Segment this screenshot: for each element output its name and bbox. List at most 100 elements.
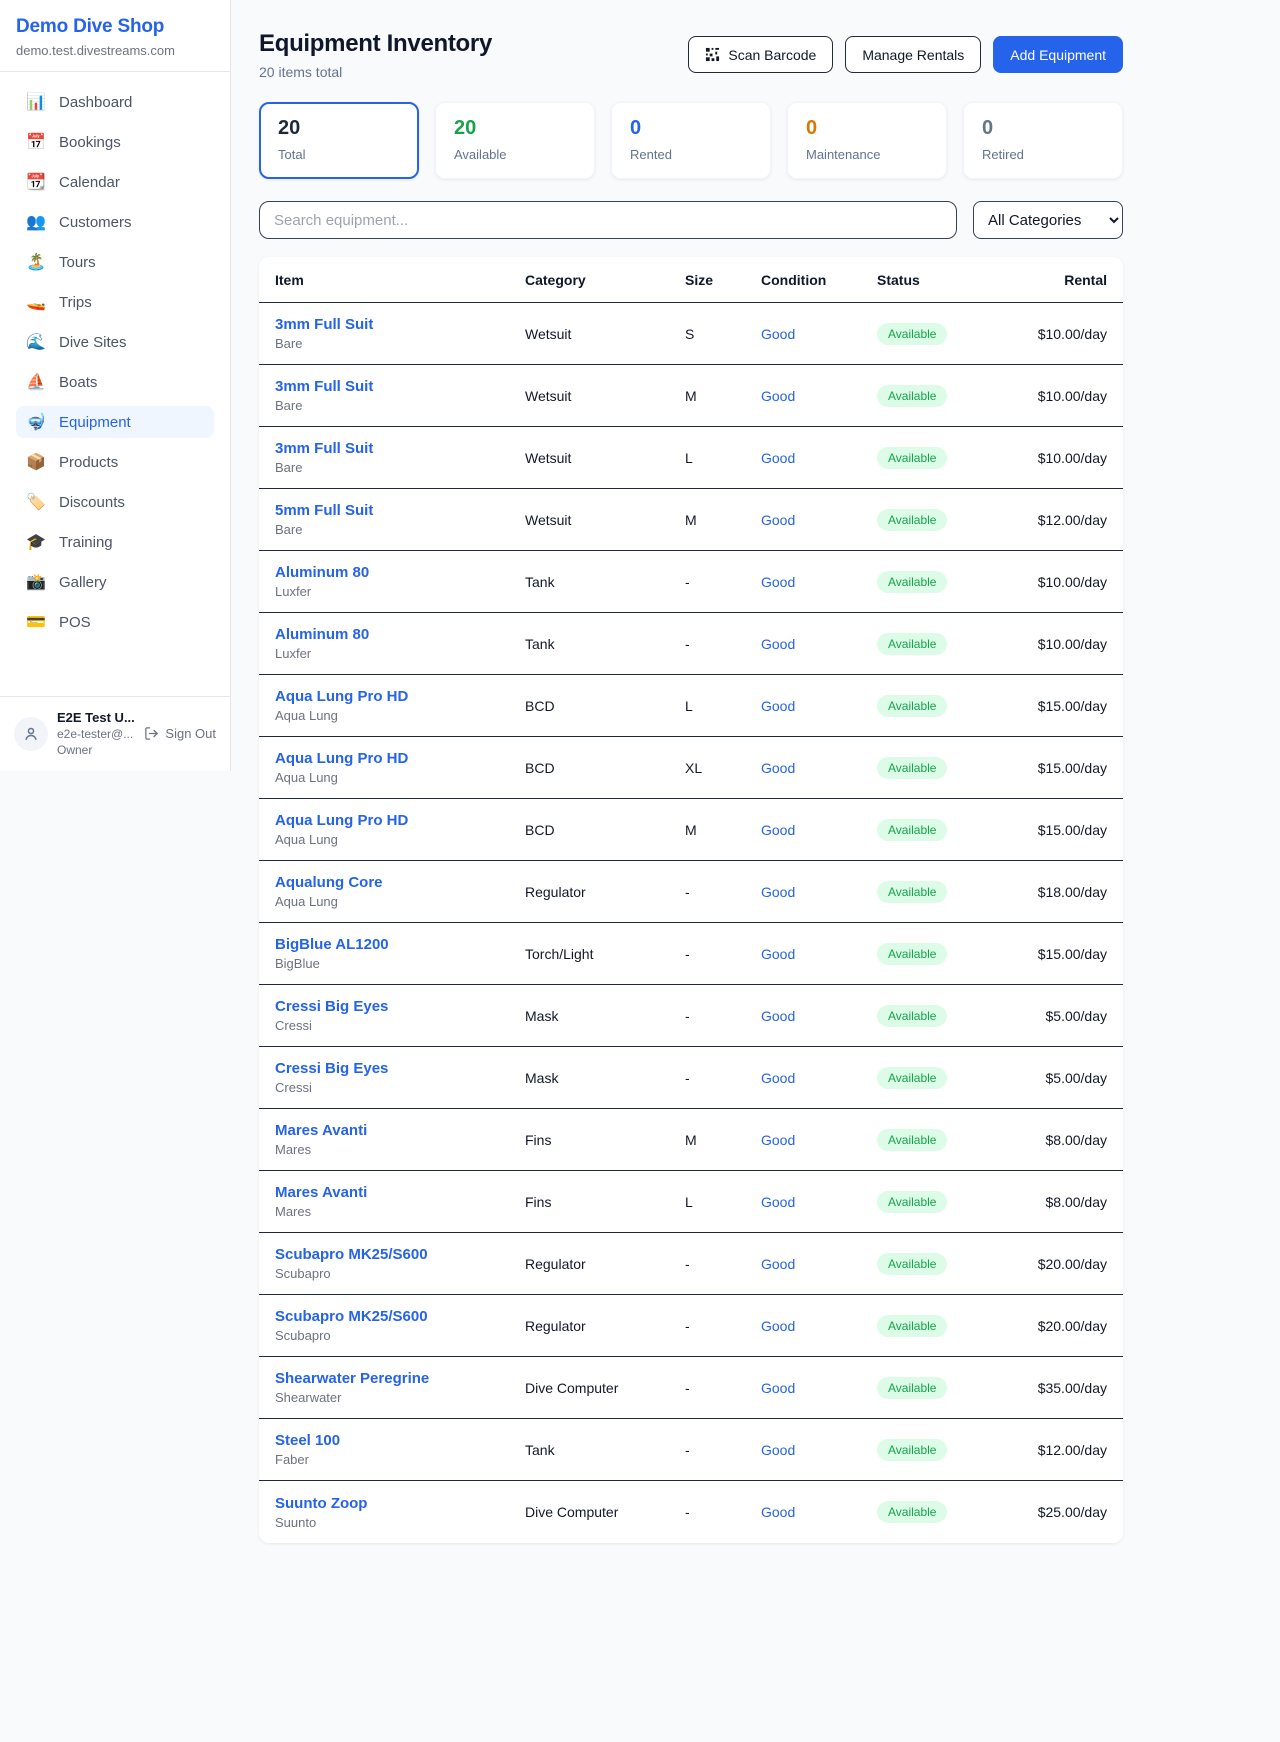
items-total-count: 20 items total (259, 64, 492, 80)
gallery-icon: 📸 (26, 572, 46, 592)
item-name-link[interactable]: Mares Avanti (275, 1184, 525, 1201)
category-cell: BCD (525, 760, 685, 776)
condition-link[interactable]: Good (761, 698, 877, 714)
manage-rentals-button[interactable]: Manage Rentals (845, 36, 981, 73)
status-cell: Available (877, 1377, 1027, 1399)
size-cell: M (685, 388, 761, 404)
item-cell: Scubapro MK25/S600 Scubapro (275, 1308, 525, 1343)
condition-link[interactable]: Good (761, 1008, 877, 1024)
condition-link[interactable]: Good (761, 760, 877, 776)
sidebar-item-trips[interactable]: 🚤 Trips (16, 286, 214, 318)
condition-link[interactable]: Good (761, 1504, 877, 1520)
size-cell: - (685, 1070, 761, 1086)
sidebar-item-gallery[interactable]: 📸 Gallery (16, 566, 214, 598)
table-row: 5mm Full Suit Bare Wetsuit M Good Availa… (259, 489, 1123, 551)
table-row: 3mm Full Suit Bare Wetsuit M Good Availa… (259, 365, 1123, 427)
item-name-link[interactable]: BigBlue AL1200 (275, 936, 525, 953)
sign-out-button[interactable]: Sign Out (144, 726, 216, 741)
brand-title[interactable]: Demo Dive Shop (16, 16, 214, 38)
item-brand: Bare (275, 460, 525, 475)
sidebar-user-section: E2E Test U... e2e-tester@... Owner Sign … (0, 696, 230, 757)
item-name-link[interactable]: 3mm Full Suit (275, 316, 525, 333)
sidebar-item-products[interactable]: 📦 Products (16, 446, 214, 478)
rental-cell: $15.00/day (1027, 760, 1107, 776)
item-name-link[interactable]: Aqua Lung Pro HD (275, 688, 525, 705)
stat-card-retired[interactable]: 0 Retired (963, 102, 1123, 179)
add-equipment-button[interactable]: Add Equipment (993, 36, 1123, 73)
sidebar-item-boats[interactable]: ⛵ Boats (16, 366, 214, 398)
condition-link[interactable]: Good (761, 1442, 877, 1458)
search-input[interactable] (259, 201, 957, 239)
status-cell: Available (877, 1253, 1027, 1275)
condition-link[interactable]: Good (761, 574, 877, 590)
sidebar-item-bookings[interactable]: 📅 Bookings (16, 126, 214, 158)
size-cell: L (685, 1194, 761, 1210)
item-name-link[interactable]: Aluminum 80 (275, 626, 525, 643)
condition-link[interactable]: Good (761, 388, 877, 404)
item-name-link[interactable]: Aluminum 80 (275, 564, 525, 581)
condition-link[interactable]: Good (761, 1318, 877, 1334)
size-cell: XL (685, 760, 761, 776)
condition-link[interactable]: Good (761, 1132, 877, 1148)
sidebar-item-tours[interactable]: 🏝️ Tours (16, 246, 214, 278)
sidebar-item-discounts[interactable]: 🏷️ Discounts (16, 486, 214, 518)
status-badge: Available (877, 1129, 947, 1151)
category-cell: Mask (525, 1008, 685, 1024)
item-name-link[interactable]: 3mm Full Suit (275, 378, 525, 395)
stat-card-rented[interactable]: 0 Rented (611, 102, 771, 179)
rental-cell: $8.00/day (1027, 1132, 1107, 1148)
sidebar-item-dashboard[interactable]: 📊 Dashboard (16, 86, 214, 118)
status-cell: Available (877, 1439, 1027, 1461)
condition-link[interactable]: Good (761, 636, 877, 652)
condition-link[interactable]: Good (761, 822, 877, 838)
scan-barcode-button[interactable]: Scan Barcode (688, 36, 833, 73)
condition-link[interactable]: Good (761, 1380, 877, 1396)
brand-domain: demo.test.divestreams.com (16, 43, 214, 58)
products-icon: 📦 (26, 452, 46, 472)
condition-link[interactable]: Good (761, 946, 877, 962)
page-title: Equipment Inventory (259, 30, 492, 58)
condition-link[interactable]: Good (761, 1070, 877, 1086)
category-select[interactable]: All Categories (973, 201, 1123, 239)
condition-link[interactable]: Good (761, 884, 877, 900)
item-name-link[interactable]: Aqua Lung Pro HD (275, 750, 525, 767)
item-name-link[interactable]: Steel 100 (275, 1432, 525, 1449)
stat-card-total[interactable]: 20 Total (259, 102, 419, 179)
item-name-link[interactable]: Cressi Big Eyes (275, 1060, 525, 1077)
trips-icon: 🚤 (26, 292, 46, 312)
table-row: Aluminum 80 Luxfer Tank - Good Available… (259, 613, 1123, 675)
item-name-link[interactable]: Suunto Zoop (275, 1495, 525, 1512)
column-header-item: Item (275, 272, 525, 288)
sidebar-item-pos[interactable]: 💳 POS (16, 606, 214, 638)
sidebar-item-equipment[interactable]: 🤿 Equipment (16, 406, 214, 438)
user-role: Owner (57, 743, 135, 757)
item-name-link[interactable]: 3mm Full Suit (275, 440, 525, 457)
condition-link[interactable]: Good (761, 1256, 877, 1272)
condition-link[interactable]: Good (761, 1194, 877, 1210)
item-brand: Aqua Lung (275, 894, 525, 909)
stat-card-maintenance[interactable]: 0 Maintenance (787, 102, 947, 179)
rental-cell: $5.00/day (1027, 1008, 1107, 1024)
item-cell: Aluminum 80 Luxfer (275, 564, 525, 599)
item-name-link[interactable]: Mares Avanti (275, 1122, 525, 1139)
item-name-link[interactable]: Aqua Lung Pro HD (275, 812, 525, 829)
sidebar-item-dive-sites[interactable]: 🌊 Dive Sites (16, 326, 214, 358)
item-name-link[interactable]: Scubapro MK25/S600 (275, 1308, 525, 1325)
sidebar-item-training[interactable]: 🎓 Training (16, 526, 214, 558)
item-name-link[interactable]: 5mm Full Suit (275, 502, 525, 519)
condition-link[interactable]: Good (761, 512, 877, 528)
item-name-link[interactable]: Scubapro MK25/S600 (275, 1246, 525, 1263)
category-cell: Regulator (525, 1318, 685, 1334)
rental-cell: $25.00/day (1027, 1504, 1107, 1520)
filters-row: All Categories (259, 201, 1123, 239)
status-badge: Available (877, 695, 947, 717)
item-name-link[interactable]: Cressi Big Eyes (275, 998, 525, 1015)
sidebar-item-calendar[interactable]: 📆 Calendar (16, 166, 214, 198)
item-name-link[interactable]: Aqualung Core (275, 874, 525, 891)
condition-link[interactable]: Good (761, 450, 877, 466)
item-name-link[interactable]: Shearwater Peregrine (275, 1370, 525, 1387)
condition-link[interactable]: Good (761, 326, 877, 342)
sidebar-item-customers[interactable]: 👥 Customers (16, 206, 214, 238)
stat-label: Rented (630, 147, 752, 162)
stat-card-available[interactable]: 20 Available (435, 102, 595, 179)
